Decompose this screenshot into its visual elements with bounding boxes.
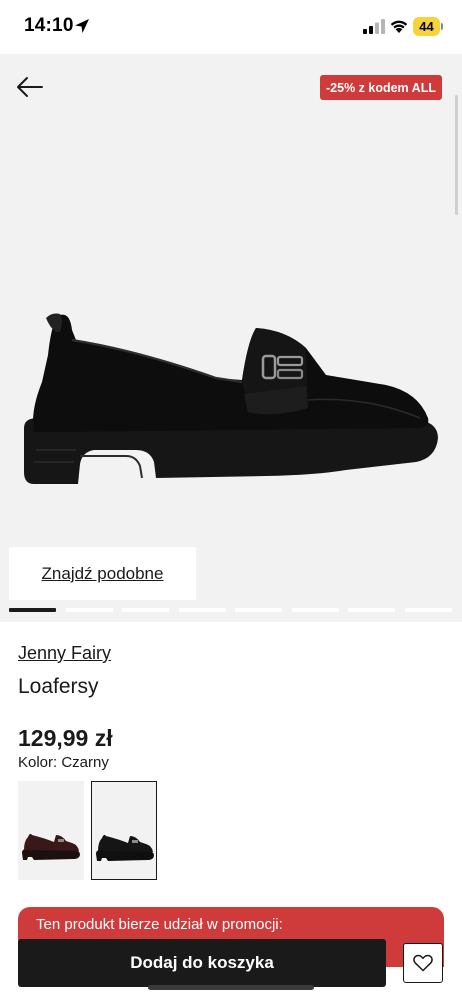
pagination-dot[interactable] (9, 608, 56, 612)
home-indicator (148, 985, 314, 990)
pagination-dot[interactable] (292, 608, 339, 612)
battery-indicator: 44 (413, 17, 440, 36)
cellular-signal-icon (363, 19, 385, 34)
color-swatch-burgundy[interactable] (18, 781, 84, 880)
gallery-pagination (9, 608, 455, 614)
color-label: Kolor: Czarny (18, 754, 109, 771)
pagination-dot[interactable] (348, 608, 395, 612)
battery-level: 44 (419, 19, 434, 34)
promo-badge: -25% z kodem ALL (320, 75, 442, 100)
scroll-indicator (455, 95, 458, 215)
heart-icon (413, 954, 433, 972)
pagination-dot[interactable] (405, 608, 452, 612)
location-arrow-icon (75, 19, 89, 33)
product-price: 129,99 zł (18, 725, 113, 751)
pagination-dot[interactable] (66, 608, 113, 612)
status-bar: 14:10 44 (0, 0, 462, 54)
arrow-left-icon[interactable] (15, 74, 45, 100)
pagination-dot[interactable] (179, 608, 226, 612)
find-similar-button[interactable]: Znajdź podobne (9, 547, 196, 600)
pagination-dot[interactable] (235, 608, 282, 612)
color-swatch-black[interactable] (91, 781, 157, 880)
pagination-dot[interactable] (122, 608, 169, 612)
status-time: 14:10 (24, 15, 74, 36)
wishlist-button[interactable] (403, 943, 443, 983)
product-name: Loafersy (18, 675, 99, 698)
battery-tip (441, 23, 443, 30)
product-image[interactable] (16, 300, 446, 490)
wifi-icon (390, 20, 408, 33)
swatch-shoe-burgundy (22, 833, 80, 860)
brand-link[interactable]: Jenny Fairy (18, 643, 111, 664)
add-to-cart-button[interactable]: Dodaj do koszyka (18, 939, 386, 987)
swatch-shoe-black (96, 834, 154, 861)
